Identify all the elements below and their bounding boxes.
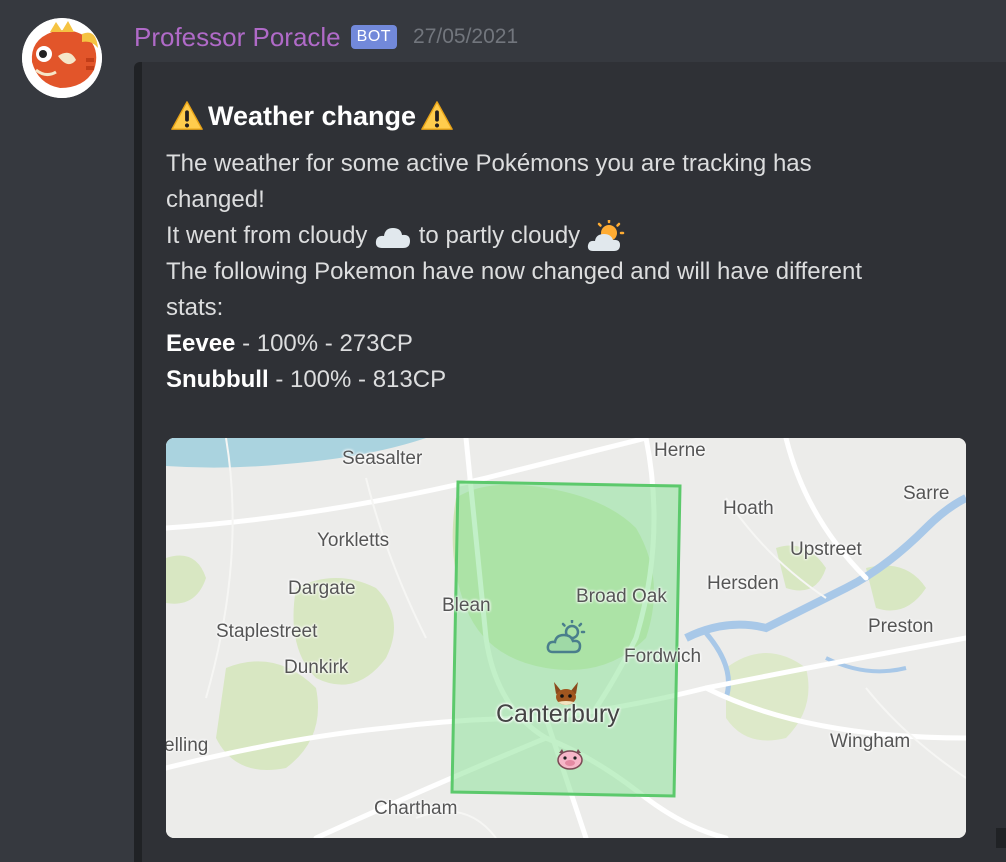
desc-line: changed! (166, 186, 265, 213)
place-label: Hersden (707, 573, 779, 594)
map-image[interactable]: Seasalter Herne Sarre Hoath Yorkletts Up… (166, 438, 966, 838)
desc-line: stats: (166, 294, 224, 321)
place-label: Preston (868, 616, 934, 637)
partly-cloudy-icon[interactable] (546, 620, 588, 656)
weather-change-line: It went from cloudy to partly cloudy (166, 218, 986, 254)
warning-icon (171, 101, 203, 130)
pokemon-stats: - 100% - 813CP (268, 366, 447, 393)
desc-line: The following Pokemon have now changed a… (166, 258, 862, 285)
embed-title-text: Weather change (208, 100, 417, 131)
place-label: Broad Oak (576, 586, 667, 607)
warning-icon (421, 101, 453, 130)
message-header: Professor Poracle BOT 27/05/2021 (134, 17, 518, 57)
place-label: Staplestreet (216, 621, 318, 642)
magikarp-avatar-icon[interactable] (22, 18, 102, 98)
embed-description: The weather for some active Pokémons you… (166, 146, 986, 398)
place-label: Chartham (374, 798, 458, 819)
scrollbar-corner (996, 828, 1006, 848)
bot-badge: BOT (350, 25, 398, 49)
partly-cloudy-icon (587, 219, 625, 251)
pokemon-name: Eevee (166, 330, 236, 357)
embed-title: Weather change (166, 96, 986, 136)
to-text: to partly cloudy (418, 222, 581, 249)
eevee-icon[interactable] (550, 680, 582, 708)
desc-line: The weather for some active Pokémons you… (166, 150, 812, 177)
place-label: Fordwich (624, 646, 702, 667)
place-label: Seasalter (342, 448, 423, 469)
place-label: Yorkletts (317, 530, 390, 551)
place-label: Upstreet (790, 539, 862, 560)
pokemon-line: Eevee - 100% - 273CP (166, 326, 986, 362)
place-label: Dargate (288, 578, 356, 599)
author-name[interactable]: Professor Poracle (134, 22, 341, 53)
pokemon-line: Snubbull - 100% - 813CP (166, 362, 986, 398)
place-label: Sarre (903, 483, 950, 504)
place-label: Wingham (830, 731, 911, 752)
snubbull-icon[interactable] (556, 747, 584, 771)
place-label: Dunkirk (284, 657, 349, 678)
place-label: elling (166, 735, 209, 756)
embed: Weather change The weather for some acti… (134, 62, 1006, 862)
pokemon-name: Snubbull (166, 366, 269, 393)
place-label: Blean (442, 595, 491, 616)
from-text: It went from cloudy (166, 222, 368, 249)
cloud-icon (375, 227, 411, 248)
place-label: Hoath (723, 498, 774, 519)
message-timestamp[interactable]: 27/05/2021 (413, 25, 518, 49)
pokemon-stats: - 100% - 273CP (235, 330, 413, 357)
place-label: Herne (654, 440, 706, 461)
